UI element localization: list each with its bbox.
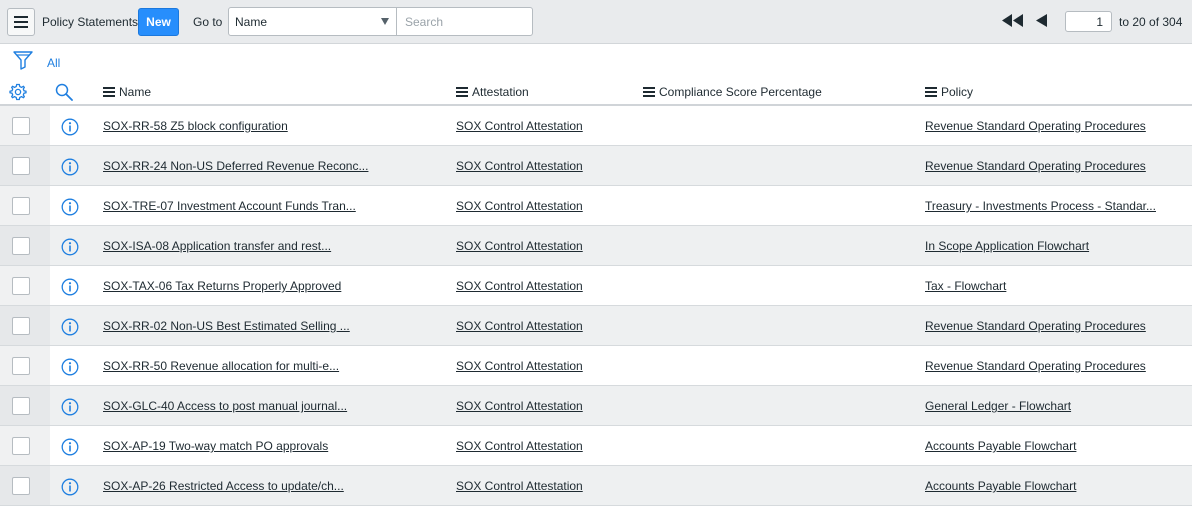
gear-icon[interactable] xyxy=(9,83,27,101)
info-circle-icon[interactable] xyxy=(61,398,79,416)
goto-label: Go to xyxy=(193,15,223,29)
cell-attestation-link[interactable]: SOX Control Attestation xyxy=(456,319,583,333)
cell-attestation-link[interactable]: SOX Control Attestation xyxy=(456,239,583,253)
cell-policy-link[interactable]: Treasury - Investments Process - Standar… xyxy=(925,199,1156,213)
search-input[interactable] xyxy=(396,7,533,36)
filter-breadcrumb-all[interactable]: All xyxy=(47,56,60,70)
cell-attestation-link[interactable]: SOX Control Attestation xyxy=(456,399,583,413)
info-circle-icon[interactable] xyxy=(61,318,79,336)
table-row: SOX-RR-50 Revenue allocation for multi-e… xyxy=(0,346,1192,386)
cell-policy-link[interactable]: Revenue Standard Operating Procedures xyxy=(925,119,1146,133)
cell-policy-link[interactable]: Accounts Payable Flowchart xyxy=(925,479,1076,493)
column-header-name[interactable]: Name xyxy=(103,85,151,99)
info-circle-icon[interactable] xyxy=(61,438,79,456)
table-row: SOX-ISA-08 Application transfer and rest… xyxy=(0,226,1192,266)
cell-policy-link[interactable]: Revenue Standard Operating Procedures xyxy=(925,159,1146,173)
info-circle-icon[interactable] xyxy=(61,118,79,136)
goto-field-select[interactable]: Name xyxy=(228,7,397,36)
cell-name-link[interactable]: SOX-TAX-06 Tax Returns Properly Approved xyxy=(103,279,341,293)
info-circle-icon[interactable] xyxy=(61,198,79,216)
column-menu-icon[interactable] xyxy=(103,87,115,97)
column-header-attestation-label: Attestation xyxy=(472,85,529,99)
goto-selected-value: Name xyxy=(235,15,268,29)
cell-name-link[interactable]: SOX-GLC-40 Access to post manual journal… xyxy=(103,399,347,413)
cell-attestation-link[interactable]: SOX Control Attestation xyxy=(456,119,583,133)
column-header-row: Name Attestation Compliance Score Percen… xyxy=(0,78,1192,106)
cell-attestation-link[interactable]: SOX Control Attestation xyxy=(456,199,583,213)
column-header-policy-label: Policy xyxy=(941,85,974,99)
cell-policy-link[interactable]: Revenue Standard Operating Procedures xyxy=(925,359,1146,373)
funnel-icon[interactable] xyxy=(13,50,33,70)
column-header-attestation[interactable]: Attestation xyxy=(456,85,529,99)
cell-attestation-link[interactable]: SOX Control Attestation xyxy=(456,479,583,493)
cell-policy-link[interactable]: Tax - Flowchart xyxy=(925,279,1006,293)
cell-name-link[interactable]: SOX-RR-50 Revenue allocation for multi-e… xyxy=(103,359,339,373)
cell-policy-link[interactable]: Accounts Payable Flowchart xyxy=(925,439,1076,453)
table-row: SOX-RR-24 Non-US Deferred Revenue Reconc… xyxy=(0,146,1192,186)
list-header-bar: Policy Statements New Go to Name to 20 o… xyxy=(0,0,1192,44)
row-select-checkbox[interactable] xyxy=(12,277,30,295)
search-icon[interactable] xyxy=(55,83,73,101)
table-row: SOX-GLC-40 Access to post manual journal… xyxy=(0,386,1192,426)
column-header-compliance-label: Compliance Score Percentage xyxy=(659,85,822,99)
first-page-icon[interactable] xyxy=(1002,14,1024,27)
cell-attestation-link[interactable]: SOX Control Attestation xyxy=(456,279,583,293)
chevron-down-icon xyxy=(381,18,389,25)
table-row: SOX-TRE-07 Investment Account Funds Tran… xyxy=(0,186,1192,226)
cell-name-link[interactable]: SOX-TRE-07 Investment Account Funds Tran… xyxy=(103,199,356,213)
column-menu-icon[interactable] xyxy=(456,87,468,97)
cell-policy-link[interactable]: Revenue Standard Operating Procedures xyxy=(925,319,1146,333)
cell-attestation-link[interactable]: SOX Control Attestation xyxy=(456,439,583,453)
cell-policy-link[interactable]: In Scope Application Flowchart xyxy=(925,239,1089,253)
cell-policy-link[interactable]: General Ledger - Flowchart xyxy=(925,399,1071,413)
row-select-checkbox[interactable] xyxy=(12,477,30,495)
previous-page-icon[interactable] xyxy=(1036,14,1047,27)
row-select-checkbox[interactable] xyxy=(12,197,30,215)
row-select-checkbox[interactable] xyxy=(12,357,30,375)
list-menu-button[interactable] xyxy=(7,8,35,36)
table-row: SOX-RR-58 Z5 block configuration SOX Con… xyxy=(0,106,1192,146)
table-row: SOX-TAX-06 Tax Returns Properly Approved… xyxy=(0,266,1192,306)
info-circle-icon[interactable] xyxy=(61,478,79,496)
row-select-checkbox[interactable] xyxy=(12,437,30,455)
cell-name-link[interactable]: SOX-RR-24 Non-US Deferred Revenue Reconc… xyxy=(103,159,368,173)
hamburger-icon xyxy=(14,16,28,28)
info-circle-icon[interactable] xyxy=(61,358,79,376)
page-range-text: to 20 of 304 xyxy=(1119,15,1183,29)
cell-name-link[interactable]: SOX-RR-02 Non-US Best Estimated Selling … xyxy=(103,319,350,333)
row-select-checkbox[interactable] xyxy=(12,317,30,335)
table-row: SOX-RR-02 Non-US Best Estimated Selling … xyxy=(0,306,1192,346)
row-select-checkbox[interactable] xyxy=(12,397,30,415)
cell-name-link[interactable]: SOX-AP-26 Restricted Access to update/ch… xyxy=(103,479,344,493)
column-header-compliance-score[interactable]: Compliance Score Percentage xyxy=(643,85,822,99)
page-number-input[interactable] xyxy=(1065,11,1112,32)
row-select-checkbox[interactable] xyxy=(12,117,30,135)
new-button[interactable]: New xyxy=(138,8,179,36)
info-circle-icon[interactable] xyxy=(61,278,79,296)
info-circle-icon[interactable] xyxy=(61,158,79,176)
cell-name-link[interactable]: SOX-AP-19 Two-way match PO approvals xyxy=(103,439,328,453)
cell-attestation-link[interactable]: SOX Control Attestation xyxy=(456,359,583,373)
row-select-checkbox[interactable] xyxy=(12,157,30,175)
cell-attestation-link[interactable]: SOX Control Attestation xyxy=(456,159,583,173)
column-menu-icon[interactable] xyxy=(643,87,655,97)
info-circle-icon[interactable] xyxy=(61,238,79,256)
cell-name-link[interactable]: SOX-RR-58 Z5 block configuration xyxy=(103,119,288,133)
column-menu-icon[interactable] xyxy=(925,87,937,97)
list-title: Policy Statements xyxy=(42,15,139,29)
column-header-policy[interactable]: Policy xyxy=(925,85,973,99)
row-select-checkbox[interactable] xyxy=(12,237,30,255)
policy-statement-list: SOX-RR-58 Z5 block configuration SOX Con… xyxy=(0,106,1192,506)
column-header-name-label: Name xyxy=(119,85,152,99)
table-row: SOX-AP-19 Two-way match PO approvals SOX… xyxy=(0,426,1192,466)
cell-name-link[interactable]: SOX-ISA-08 Application transfer and rest… xyxy=(103,239,331,253)
table-row: SOX-AP-26 Restricted Access to update/ch… xyxy=(0,466,1192,506)
